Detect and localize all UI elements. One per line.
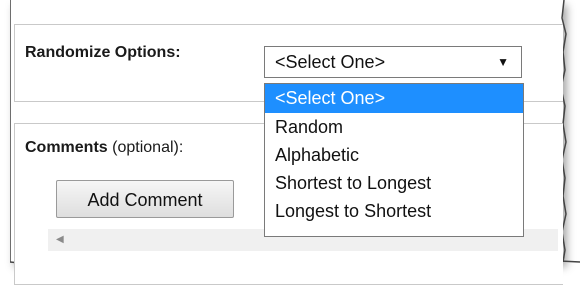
option-shortest-to-longest[interactable]: Shortest to Longest bbox=[265, 169, 523, 197]
option-select-one[interactable]: <Select One> bbox=[265, 84, 523, 113]
randomize-dropdown-list: <Select One> Random Alphabetic Shortest … bbox=[264, 83, 524, 237]
comments-label-text: Comments bbox=[25, 139, 108, 156]
randomize-select[interactable]: <Select One> ▼ bbox=[264, 46, 522, 78]
option-alphabetic[interactable]: Alphabetic bbox=[265, 141, 523, 169]
option-longest-to-shortest[interactable]: Longest to Shortest bbox=[265, 197, 523, 225]
randomize-options-label: Randomize Options: bbox=[25, 44, 181, 61]
comments-label: Comments (optional): bbox=[25, 138, 183, 157]
select-current-value: <Select One> bbox=[275, 52, 386, 72]
comments-optional-text: (optional): bbox=[112, 139, 184, 156]
scroll-left-arrow-icon[interactable]: ◀ bbox=[56, 229, 64, 251]
option-random[interactable]: Random bbox=[265, 113, 523, 141]
caret-down-icon[interactable]: ▼ bbox=[497, 47, 509, 77]
add-comment-button[interactable]: Add Comment bbox=[56, 180, 234, 218]
